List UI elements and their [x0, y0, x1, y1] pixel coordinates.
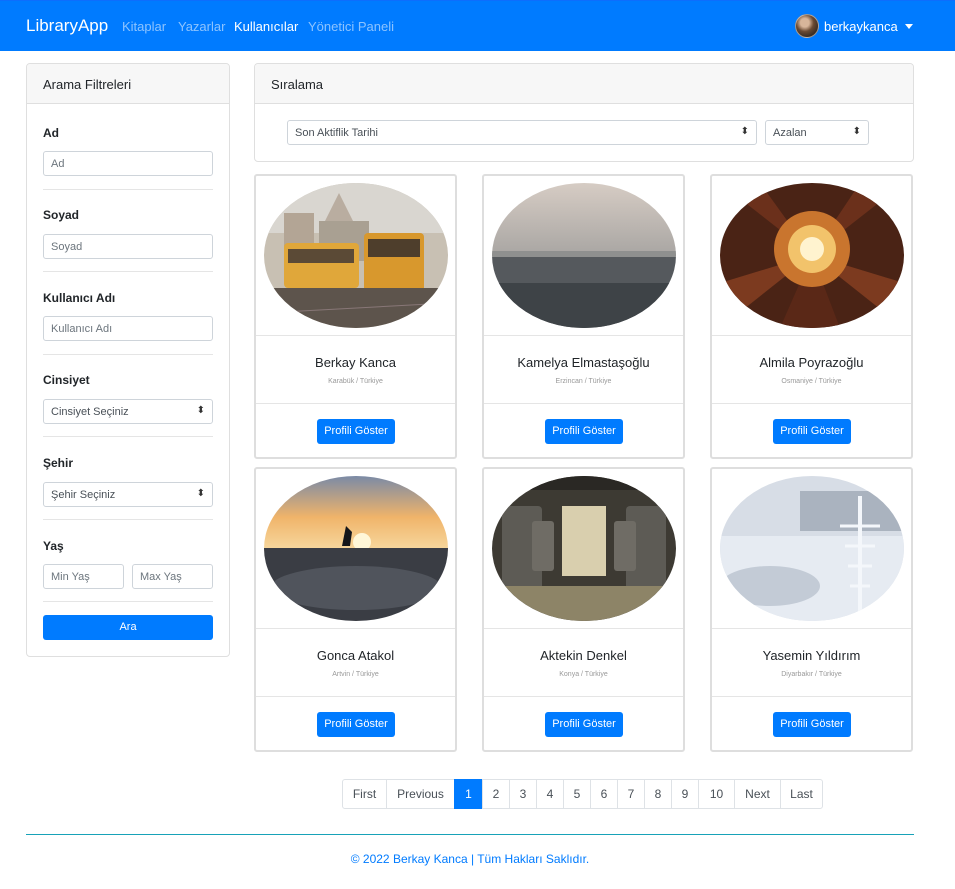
- age-label: Yaş: [43, 539, 64, 553]
- user-name: Berkay Kanca: [315, 355, 396, 370]
- sorting-panel-title: Sıralama: [255, 64, 913, 104]
- footer-copyright: © 2022 Berkay Kanca | Tüm Hakları Saklıd…: [350, 852, 590, 866]
- username-input[interactable]: Kullanıcı Adı: [43, 316, 213, 341]
- username: berkaykanca: [824, 18, 898, 34]
- name-label: Ad: [43, 126, 59, 140]
- divider: [712, 403, 911, 404]
- divider: [43, 519, 213, 520]
- user-photo-tram: [264, 183, 448, 328]
- brand-logo[interactable]: LibraryApp: [26, 16, 108, 36]
- user-photo-frost: [720, 476, 904, 621]
- divider: [43, 271, 213, 272]
- page-next[interactable]: Next: [734, 779, 781, 809]
- user-card: Aktekin Denkel Konya / Türkiye Profili G…: [482, 467, 685, 752]
- user-photo-skatepark: [264, 476, 448, 621]
- sorting-panel: Sıralama Son Aktiflik Tarihi Azalan: [254, 63, 914, 162]
- min-age-input[interactable]: Min Yaş: [43, 564, 124, 589]
- user-card: Gonca Atakol Artvin / Türkiye Profili Gö…: [254, 467, 457, 752]
- surname-label: Soyad: [43, 208, 80, 222]
- footer-divider: [26, 834, 914, 835]
- sort-order-select[interactable]: Azalan: [765, 120, 869, 145]
- user-name: Almila Poyrazoğlu: [759, 355, 864, 370]
- user-location: Diyarbakır / Türkiye: [781, 671, 842, 678]
- user-name: Kamelya Elmastaşoğlu: [517, 355, 650, 370]
- username-label: Kullanıcı Adı: [43, 291, 116, 305]
- city-label: Şehir: [43, 456, 74, 470]
- user-location: Osmaniye / Türkiye: [781, 378, 842, 385]
- divider: [712, 696, 911, 697]
- user-name: Yasemin Yıldırım: [762, 648, 861, 663]
- user-name: Aktekin Denkel: [540, 648, 627, 663]
- show-profile-button[interactable]: Profili Göster: [545, 419, 623, 444]
- surname-input[interactable]: Soyad: [43, 234, 213, 259]
- page-1[interactable]: 1: [454, 779, 483, 809]
- search-button[interactable]: Ara: [43, 615, 213, 640]
- pagination: First Previous 1 2 3 4 5 6 7 8 9 10 Next…: [342, 779, 823, 809]
- user-card: Almila Poyrazoğlu Osmaniye / Türkiye Pro…: [710, 174, 913, 459]
- user-menu[interactable]: berkaykanca: [795, 14, 913, 38]
- page-5[interactable]: 5: [563, 779, 591, 809]
- page-4[interactable]: 4: [536, 779, 564, 809]
- gender-select[interactable]: Cinsiyet Seçiniz: [43, 399, 213, 424]
- divider: [43, 189, 213, 190]
- avatar: [795, 14, 819, 38]
- user-photo-bus-interior: [492, 476, 676, 621]
- user-location: Artvin / Türkiye: [332, 671, 379, 678]
- user-photo-courtyard: [720, 183, 904, 328]
- show-profile-button[interactable]: Profili Göster: [317, 419, 395, 444]
- divider: [256, 403, 455, 404]
- user-location: Erzincan / Türkiye: [555, 378, 612, 385]
- user-card: Yasemin Yıldırım Diyarbakır / Türkiye Pr…: [710, 467, 913, 752]
- nav-link-kullanicilar[interactable]: Kullanıcılar: [234, 19, 298, 34]
- divider: [256, 696, 455, 697]
- page-previous[interactable]: Previous: [386, 779, 455, 809]
- divider: [43, 436, 213, 437]
- name-input[interactable]: Ad: [43, 151, 213, 176]
- city-select[interactable]: Şehir Seçiniz: [43, 482, 213, 507]
- navbar: LibraryApp Kitaplar Yazarlar Kullanıcıla…: [0, 0, 955, 51]
- user-card: Berkay Kanca Karabük / Türkiye Profili G…: [254, 174, 457, 459]
- page-2[interactable]: 2: [482, 779, 510, 809]
- user-photo-sea: [492, 183, 676, 328]
- divider: [484, 696, 683, 697]
- page-7[interactable]: 7: [617, 779, 645, 809]
- page-first[interactable]: First: [342, 779, 387, 809]
- nav-link-kitaplar[interactable]: Kitaplar: [122, 19, 166, 34]
- page-9[interactable]: 9: [671, 779, 699, 809]
- sort-order-value: Azalan: [773, 127, 807, 139]
- divider: [43, 601, 213, 602]
- filter-panel: Arama Filtreleri Ad Ad Soyad Soyad Kulla…: [26, 63, 230, 657]
- show-profile-button[interactable]: Profili Göster: [317, 712, 395, 737]
- sort-by-select[interactable]: Son Aktiflik Tarihi: [287, 120, 757, 145]
- show-profile-button[interactable]: Profili Göster: [545, 712, 623, 737]
- page-6[interactable]: 6: [590, 779, 618, 809]
- city-select-value: Şehir Seçiniz: [51, 489, 116, 501]
- user-card: Kamelya Elmastaşoğlu Erzincan / Türkiye …: [482, 174, 685, 459]
- sort-by-value: Son Aktiflik Tarihi: [295, 127, 378, 139]
- show-profile-button[interactable]: Profili Göster: [773, 419, 851, 444]
- user-name: Gonca Atakol: [316, 648, 395, 663]
- max-age-input[interactable]: Max Yaş: [132, 564, 213, 589]
- divider: [43, 354, 213, 355]
- page-3[interactable]: 3: [509, 779, 537, 809]
- nav-link-yazarlar[interactable]: Yazarlar: [178, 19, 225, 34]
- gender-select-value: Cinsiyet Seçiniz: [51, 406, 129, 418]
- nav-link-yonetici-paneli[interactable]: Yönetici Paneli: [308, 19, 394, 34]
- user-location: Karabük / Türkiye: [328, 378, 383, 385]
- divider: [484, 403, 683, 404]
- show-profile-button[interactable]: Profili Göster: [773, 712, 851, 737]
- page-8[interactable]: 8: [644, 779, 672, 809]
- gender-label: Cinsiyet: [43, 373, 90, 387]
- user-location: Konya / Türkiye: [559, 671, 608, 678]
- filter-panel-title: Arama Filtreleri: [27, 64, 229, 104]
- page-last[interactable]: Last: [780, 779, 823, 809]
- page-10[interactable]: 10: [698, 779, 735, 809]
- caret-down-icon: [904, 23, 913, 29]
